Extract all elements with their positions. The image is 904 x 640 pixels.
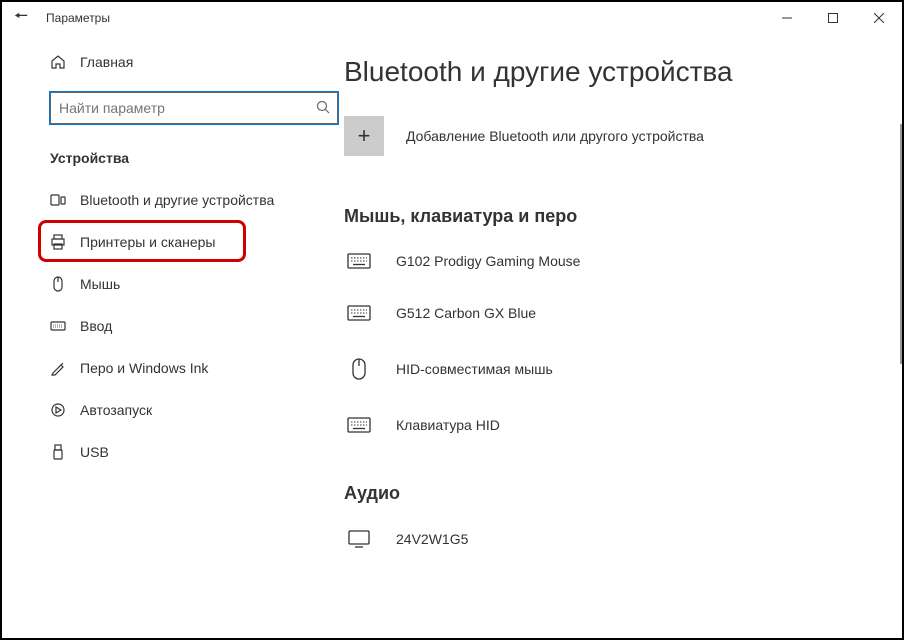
sidebar-item-bluetooth[interactable]: Bluetooth и другие устройства [2, 180, 344, 220]
sidebar-item-label: Bluetooth и другие устройства [80, 192, 274, 208]
search-input[interactable] [50, 92, 338, 124]
usb-icon [50, 444, 66, 460]
monitor-icon [344, 530, 374, 548]
pen-icon [50, 360, 66, 376]
sidebar-item-label: USB [80, 444, 109, 460]
keyboard-icon [344, 305, 374, 321]
devices-icon [50, 192, 66, 208]
content-area: Bluetooth и другие устройства + Добавлен… [344, 34, 902, 638]
keyboard-icon [344, 417, 374, 433]
titlebar: 🠔 Параметры [2, 2, 902, 34]
device-item[interactable]: 24V2W1G5 [344, 522, 882, 576]
nav-list: Bluetooth и другие устройства Принтеры и… [2, 180, 344, 472]
sidebar: Главная Устройства Bluetooth и другие ус… [2, 34, 344, 638]
back-button[interactable]: 🠔 [14, 5, 28, 32]
sidebar-item-typing[interactable]: Ввод [2, 306, 344, 346]
printer-icon [50, 234, 66, 250]
device-item[interactable]: HID-совместимая мышь [344, 349, 882, 409]
sidebar-item-label: Принтеры и сканеры [80, 234, 215, 250]
section-mouse-keyboard: Мышь, клавиатура и перо [344, 206, 882, 227]
maximize-button[interactable] [810, 2, 856, 34]
close-icon [874, 13, 884, 23]
device-label: 24V2W1G5 [396, 531, 468, 547]
device-label: G512 Carbon GX Blue [396, 305, 536, 321]
sidebar-category: Устройства [50, 150, 344, 166]
page-heading: Bluetooth и другие устройства [344, 56, 882, 88]
device-label: Клавиатура HID [396, 417, 500, 433]
sidebar-item-pen[interactable]: Перо и Windows Ink [2, 348, 344, 388]
device-item[interactable]: Клавиатура HID [344, 409, 882, 461]
close-button[interactable] [856, 2, 902, 34]
minimize-icon [782, 13, 792, 23]
autoplay-icon [50, 402, 66, 418]
search-icon [316, 100, 330, 119]
search-wrap [50, 92, 338, 124]
maximize-icon [828, 13, 838, 23]
plus-icon: + [344, 116, 384, 156]
section-audio: Аудио [344, 483, 882, 504]
device-item[interactable]: G512 Carbon GX Blue [344, 297, 882, 349]
sidebar-item-label: Перо и Windows Ink [80, 360, 208, 376]
mouse-icon [50, 276, 66, 292]
sidebar-item-label: Автозапуск [80, 402, 152, 418]
sidebar-item-mouse[interactable]: Мышь [2, 264, 344, 304]
sidebar-item-printers[interactable]: Принтеры и сканеры [2, 222, 344, 262]
minimize-button[interactable] [764, 2, 810, 34]
sidebar-home-label: Главная [80, 54, 133, 70]
sidebar-item-autoplay[interactable]: Автозапуск [2, 390, 344, 430]
add-device-button[interactable]: + Добавление Bluetooth или другого устро… [344, 116, 882, 156]
sidebar-home[interactable]: Главная [2, 48, 344, 76]
sidebar-item-label: Мышь [80, 276, 120, 292]
add-device-label: Добавление Bluetooth или другого устройс… [406, 128, 704, 144]
device-label: G102 Prodigy Gaming Mouse [396, 253, 580, 269]
keyboard-icon [50, 318, 66, 334]
device-item[interactable]: G102 Prodigy Gaming Mouse [344, 245, 882, 297]
window-title: Параметры [46, 11, 110, 25]
mouse-icon [344, 357, 374, 381]
home-icon [50, 54, 66, 70]
sidebar-item-label: Ввод [80, 318, 112, 334]
sidebar-item-usb[interactable]: USB [2, 432, 344, 472]
keyboard-icon [344, 253, 374, 269]
device-label: HID-совместимая мышь [396, 361, 553, 377]
scrollbar[interactable] [900, 124, 902, 364]
